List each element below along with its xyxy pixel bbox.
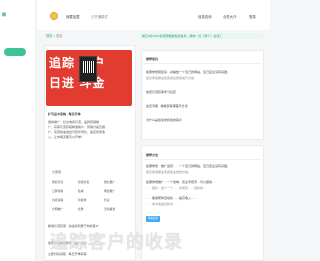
tag-item[interactable]: 网络推广 [104,189,115,193]
qr-code-icon [79,56,97,82]
method-line[interactable]: 如果你想…推广运营……一个自己的网站，自己完全没有基础， [146,164,230,168]
left-desc-2: 广，获客引流获取精准客户，营销方案及推 [48,125,106,129]
divider [144,159,262,160]
section-label: 大家用 [52,170,62,174]
login-link[interactable]: 登录 [249,14,256,19]
recommend-title: 推荐项目 [146,57,159,61]
user-avatar[interactable] [50,12,58,20]
vip-status[interactable]: 已开通模式 [91,14,108,19]
tag-item[interactable]: 营销方案 [78,180,89,184]
left-title: 扩写出卡系统 - 每日开单 [48,112,81,116]
tag-item[interactable]: 私域 [78,189,84,193]
tag-item[interactable]: 社群 [78,207,84,211]
top-bar: 我要加盟 已开通模式 信息查询 业务大厅 登录 [37,0,270,30]
recommend-line[interactable]: 如果你想把复杂…并播放一个自己的网站，自己完全没有基础， [146,70,230,74]
watermark-text: 追踪客户的收录 [50,232,183,252]
sidebar: 网 [0,0,36,261]
tag-item[interactable]: 微商引流 [52,180,63,184]
promo-banner[interactable]: 追踪 客户 日进 斗金 [46,50,132,106]
notice-bar[interactable]: 每日3份1234条招聘数据免费发布，两种一点（两个）在线了 [138,33,264,39]
query-link[interactable]: 信息查询 [198,14,212,19]
breadcrumb-current: 首页 [56,34,63,38]
divider [144,63,262,64]
tag-item[interactable]: 抖音营销 [52,198,63,202]
tag-item[interactable]: 全网推广 [52,207,63,211]
recommend-line[interactable]: 会员专属 · 精准获客课程与方法 [146,104,188,108]
join-link[interactable]: 我要加盟 [66,14,80,19]
recommend-line[interactable]: 免费引流获客学习社区 [146,90,176,94]
sidebar-active-item[interactable] [4,48,26,56]
method-line[interactable]: ……能够帮你自动化……提高收入…… [146,196,197,200]
tag-item[interactable]: 口碑营销 [52,189,63,193]
recommend-line[interactable]: 为什么是您尚未找到的客户 [146,118,182,122]
tag-item[interactable]: 微信推广 [104,180,115,184]
method-line[interactable]: 建议你选择业务完成业务的方案。 [146,170,191,174]
left-desc-4: 入，让你每天都可以开单！ [48,135,85,139]
hall-link[interactable]: 业务大厅 [223,14,237,19]
method-line[interactable]: 如果你想推广…一个简单，完全手把手…可以很快… [146,180,215,184]
recommend-line[interactable]: 建议你选择业务完成业务的执行方案… [146,76,197,80]
method-title: 推荐方法 [146,153,159,157]
view-more-button[interactable]: 查看更多 [146,216,160,222]
site-logo: 网 [2,12,6,17]
left-desc-1: 微商推广：社交电商引流、品牌营销推 [48,120,100,124]
tag-item[interactable]: 新媒体 [78,198,86,202]
tag-item[interactable]: 活动策划 [104,207,115,211]
tag-item[interactable]: 外卖 [104,198,110,202]
method-line[interactable]: ……更好…这个一个……手把手……轻松的… [146,186,206,190]
method-line[interactable]: ……本方案适合新手…… [146,202,179,206]
left-desc-3: 广，实现快速收益与稳步增长，提高商家收 [48,130,106,134]
breadcrumb: 首页 > 首页 [46,33,62,38]
